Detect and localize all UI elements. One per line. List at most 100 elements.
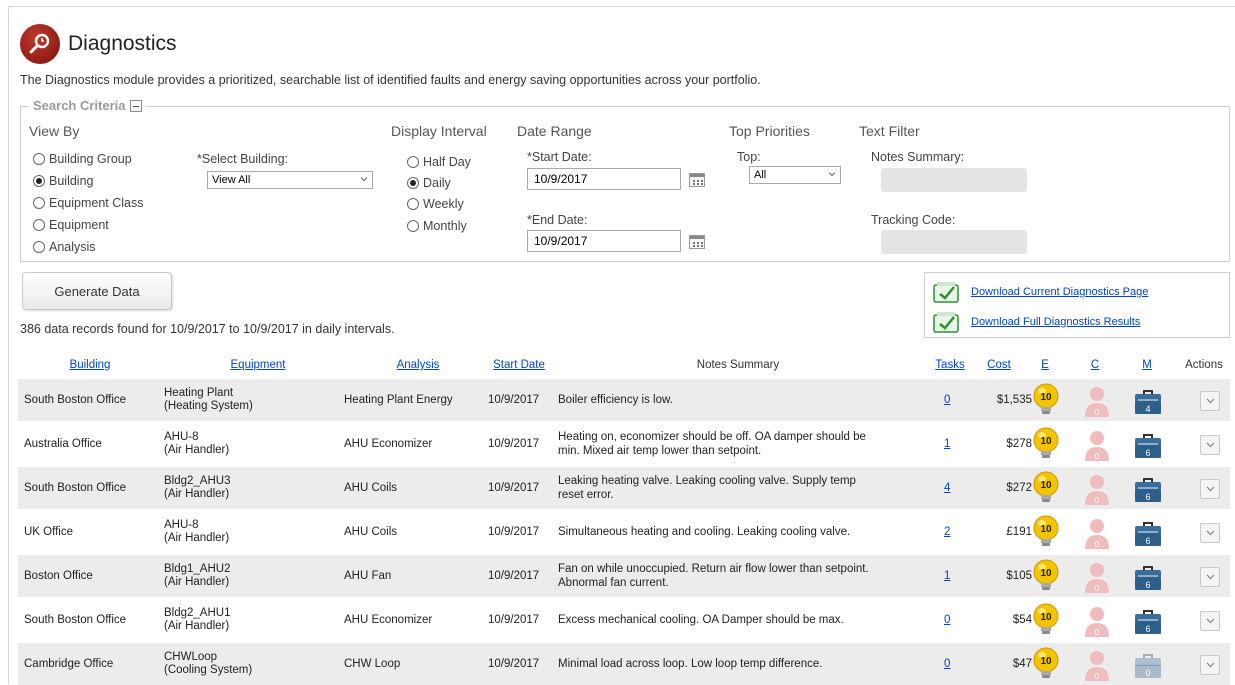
- select-building-dropdown[interactable]: View All: [207, 171, 373, 189]
- notes-summary-input[interactable]: [881, 168, 1027, 192]
- comfort-person-icon[interactable]: 0: [1082, 429, 1112, 461]
- maintenance-score: 6: [1145, 536, 1150, 546]
- table-row[interactable]: South Boston Office Heating Plant (Heati…: [18, 379, 1230, 421]
- start-date-input[interactable]: 10/9/2017: [527, 168, 681, 190]
- calendar-icon[interactable]: [689, 173, 705, 187]
- cell-tasks[interactable]: 2: [944, 511, 964, 553]
- maintenance-toolbox-icon[interactable]: 6: [1132, 472, 1164, 504]
- top-priorities-dropdown[interactable]: All: [749, 166, 841, 184]
- col-cost[interactable]: Cost: [982, 359, 1016, 371]
- sort-analysis-link[interactable]: Analysis: [397, 359, 440, 371]
- table-row[interactable]: South Boston Office Bldg2_AHU1 (Air Hand…: [18, 599, 1230, 641]
- energy-bulb-icon[interactable]: 10: [1030, 514, 1062, 550]
- cell-start-date: 10/9/2017: [488, 614, 540, 626]
- maintenance-toolbox-icon[interactable]: 6: [1132, 560, 1164, 592]
- maintenance-toolbox-icon[interactable]: 6: [1132, 516, 1164, 548]
- tasks-link[interactable]: 4: [944, 482, 950, 494]
- sort-start-date-link[interactable]: Start Date: [493, 359, 545, 371]
- col-c[interactable]: C: [1088, 359, 1102, 371]
- maintenance-toolbox-icon[interactable]: 0: [1132, 648, 1164, 680]
- radio-dot-selected[interactable]: [407, 177, 419, 189]
- radio-dot-selected[interactable]: [33, 175, 45, 187]
- cell-tasks[interactable]: 0: [944, 599, 964, 641]
- energy-bulb-icon[interactable]: 10: [1030, 426, 1062, 462]
- radio-building[interactable]: Building: [33, 174, 93, 188]
- tasks-link[interactable]: 2: [944, 526, 950, 538]
- comfort-person-icon[interactable]: 0: [1082, 605, 1112, 637]
- radio-dot[interactable]: [33, 219, 45, 231]
- tasks-link[interactable]: 0: [944, 658, 950, 670]
- row-actions-dropdown[interactable]: [1200, 435, 1220, 455]
- radio-dot[interactable]: [407, 156, 419, 168]
- cell-tasks[interactable]: 1: [944, 423, 964, 465]
- cell-tasks[interactable]: 1: [944, 555, 964, 597]
- tracking-code-input[interactable]: [881, 230, 1027, 254]
- comfort-person-icon[interactable]: 0: [1082, 473, 1112, 505]
- generate-data-button[interactable]: Generate Data: [22, 272, 172, 310]
- radio-equipment[interactable]: Equipment: [33, 218, 109, 232]
- radio-dot[interactable]: [33, 153, 45, 165]
- radio-equipment-class[interactable]: Equipment Class: [33, 196, 144, 210]
- radio-monthly[interactable]: Monthly: [407, 219, 467, 233]
- cell-tasks[interactable]: 0: [944, 643, 964, 685]
- maintenance-toolbox-icon[interactable]: 6: [1132, 604, 1164, 636]
- tasks-link[interactable]: 1: [944, 438, 950, 450]
- download-full-link[interactable]: Download Full Diagnostics Results: [971, 316, 1140, 328]
- maintenance-toolbox-icon[interactable]: 4: [1132, 384, 1164, 416]
- radio-dot[interactable]: [33, 241, 45, 253]
- sort-c-link[interactable]: C: [1091, 359, 1099, 371]
- comfort-person-icon[interactable]: 0: [1082, 517, 1112, 549]
- col-tasks[interactable]: Tasks: [930, 359, 970, 371]
- sort-cost-link[interactable]: Cost: [987, 359, 1011, 371]
- calendar-icon[interactable]: [689, 235, 705, 249]
- radio-half-day[interactable]: Half Day: [407, 155, 471, 169]
- radio-daily[interactable]: Daily: [407, 176, 451, 190]
- energy-bulb-icon[interactable]: 10: [1030, 558, 1062, 594]
- row-actions-dropdown[interactable]: [1200, 567, 1220, 587]
- end-date-input[interactable]: 10/9/2017: [527, 230, 681, 252]
- table-row[interactable]: Australia Office AHU-8 (Air Handler) AHU…: [18, 423, 1230, 465]
- radio-building-group[interactable]: Building Group: [33, 152, 132, 166]
- row-actions-dropdown[interactable]: [1200, 655, 1220, 675]
- maintenance-toolbox-icon[interactable]: 6: [1132, 428, 1164, 460]
- radio-dot[interactable]: [407, 198, 419, 210]
- comfort-person-icon[interactable]: 0: [1082, 649, 1112, 681]
- radio-dot[interactable]: [33, 197, 45, 209]
- sort-tasks-link[interactable]: Tasks: [935, 359, 964, 371]
- sort-e-link[interactable]: E: [1041, 359, 1049, 371]
- row-actions-dropdown[interactable]: [1200, 523, 1220, 543]
- radio-analysis[interactable]: Analysis: [33, 240, 96, 254]
- download-current-link[interactable]: Download Current Diagnostics Page: [971, 286, 1148, 298]
- energy-bulb-icon[interactable]: 10: [1030, 382, 1062, 418]
- sort-building-link[interactable]: Building: [70, 359, 111, 371]
- row-actions-dropdown[interactable]: [1200, 479, 1220, 499]
- col-m[interactable]: M: [1140, 359, 1154, 371]
- energy-bulb-icon[interactable]: 10: [1030, 470, 1062, 506]
- energy-bulb-icon[interactable]: 10: [1030, 646, 1062, 682]
- comfort-person-icon[interactable]: 0: [1082, 385, 1112, 417]
- cell-tasks[interactable]: 0: [944, 379, 964, 421]
- col-e[interactable]: E: [1038, 359, 1052, 371]
- row-actions-dropdown[interactable]: [1200, 611, 1220, 631]
- col-start-date[interactable]: Start Date: [484, 359, 554, 371]
- sort-m-link[interactable]: M: [1142, 359, 1152, 371]
- sort-equipment-link[interactable]: Equipment: [231, 359, 286, 371]
- tasks-link[interactable]: 0: [944, 394, 950, 406]
- radio-dot[interactable]: [407, 220, 419, 232]
- collapse-icon[interactable]: [129, 99, 142, 112]
- table-row[interactable]: South Boston Office Bldg2_AHU3 (Air Hand…: [18, 467, 1230, 509]
- col-analysis[interactable]: Analysis: [378, 359, 458, 371]
- row-actions-dropdown[interactable]: [1200, 391, 1220, 411]
- cell-tasks[interactable]: 4: [944, 467, 964, 509]
- cell-cost: $1,535: [996, 394, 1032, 406]
- tasks-link[interactable]: 0: [944, 614, 950, 626]
- table-row[interactable]: Cambridge Office CHWLoop (Cooling System…: [18, 643, 1230, 685]
- col-equipment[interactable]: Equipment: [208, 359, 308, 371]
- table-row[interactable]: Boston Office Bldg1_AHU2 (Air Handler) A…: [18, 555, 1230, 597]
- energy-bulb-icon[interactable]: 10: [1030, 602, 1062, 638]
- col-building[interactable]: Building: [50, 359, 130, 371]
- comfort-person-icon[interactable]: 0: [1082, 561, 1112, 593]
- radio-weekly[interactable]: Weekly: [407, 197, 464, 211]
- table-row[interactable]: UK Office AHU-8 (Air Handler) AHU Coils …: [18, 511, 1230, 553]
- tasks-link[interactable]: 1: [944, 570, 950, 582]
